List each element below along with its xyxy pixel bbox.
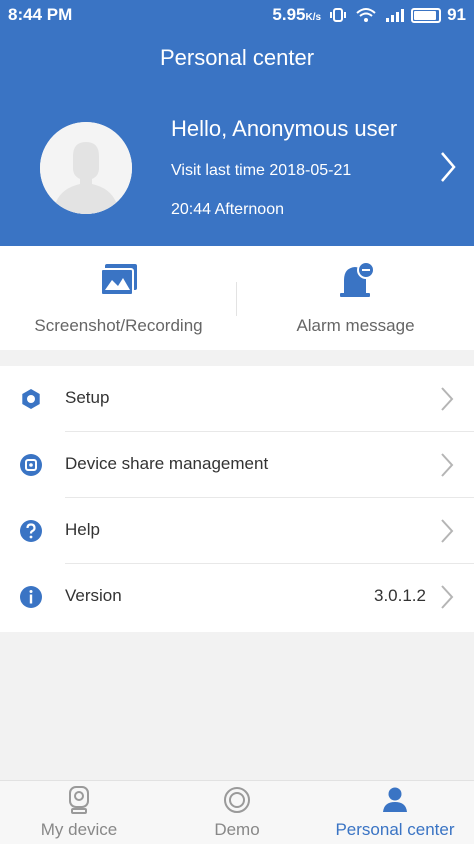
network-speed-value: 5.95 — [272, 5, 306, 24]
bottom-tab-bar: My device Demo Personal center — [0, 780, 474, 844]
shortcuts-panel: Screenshot/Recording Alarm message — [0, 246, 474, 350]
battery-level: 91 — [447, 5, 466, 24]
demo-icon — [224, 787, 250, 813]
tab-demo[interactable]: Demo — [158, 781, 316, 844]
image-icon — [99, 264, 137, 296]
network-speed: 5.95K/s — [272, 5, 321, 25]
wifi-icon — [356, 8, 376, 22]
chevron-right-icon — [441, 585, 454, 609]
default-avatar-icon — [40, 122, 132, 214]
menu-item-version[interactable]: Version 3.0.1.2 — [0, 564, 474, 630]
battery-icon — [411, 7, 442, 23]
alarm-message-label: Alarm message — [296, 316, 415, 335]
settings-menu: Setup Device share management Help Versi… — [0, 366, 474, 632]
last-visit-date: Visit last time 2018-05-21 — [171, 162, 352, 179]
version-number: 3.0.1.2 — [374, 586, 426, 605]
menu-item-setup[interactable]: Setup — [0, 366, 474, 432]
tab-label: My device — [40, 820, 118, 839]
menu-item-label: Setup — [65, 388, 110, 407]
profile-header: 8:44 PM 5.95K/s 91 Personal center Hello… — [0, 0, 474, 246]
tab-my-device[interactable]: My device — [0, 781, 158, 844]
last-visit-time: 20:44 Afternoon — [171, 201, 284, 218]
bell-icon — [339, 261, 375, 297]
chevron-right-icon — [441, 387, 454, 411]
question-icon — [20, 520, 42, 542]
screenshot-recording-button[interactable]: Screenshot/Recording — [0, 246, 237, 350]
person-icon — [383, 787, 407, 812]
alarm-message-button[interactable]: Alarm message — [237, 246, 474, 350]
menu-item-label: Version — [65, 586, 122, 605]
tab-personal-center[interactable]: Personal center — [316, 781, 474, 844]
chevron-right-icon — [441, 453, 454, 477]
tab-label: Demo — [214, 820, 260, 839]
camera-icon — [69, 786, 89, 814]
menu-item-label: Help — [65, 520, 100, 539]
menu-item-device-share[interactable]: Device share management — [0, 432, 474, 498]
tab-label: Personal center — [335, 820, 455, 839]
chevron-right-icon — [441, 519, 454, 543]
screenshot-recording-label: Screenshot/Recording — [34, 316, 203, 335]
menu-item-help[interactable]: Help — [0, 498, 474, 564]
network-speed-unit: K/s — [305, 12, 322, 23]
signal-icon — [386, 9, 405, 22]
avatar[interactable] — [40, 122, 132, 214]
status-indicators: 5.95K/s 91 — [272, 5, 466, 25]
info-icon — [20, 586, 42, 608]
vibrate-icon — [330, 8, 347, 22]
share-icon — [20, 454, 42, 476]
profile-chevron-right-icon[interactable] — [438, 150, 458, 184]
status-time: 8:44 PM — [8, 5, 73, 24]
page-title: Personal center — [159, 45, 315, 70]
greeting-text: Hello, Anonymous user — [171, 116, 398, 141]
gear-icon — [22, 389, 40, 409]
status-bar: 8:44 PM 5.95K/s 91 — [0, 0, 474, 30]
menu-item-label: Device share management — [65, 454, 269, 473]
